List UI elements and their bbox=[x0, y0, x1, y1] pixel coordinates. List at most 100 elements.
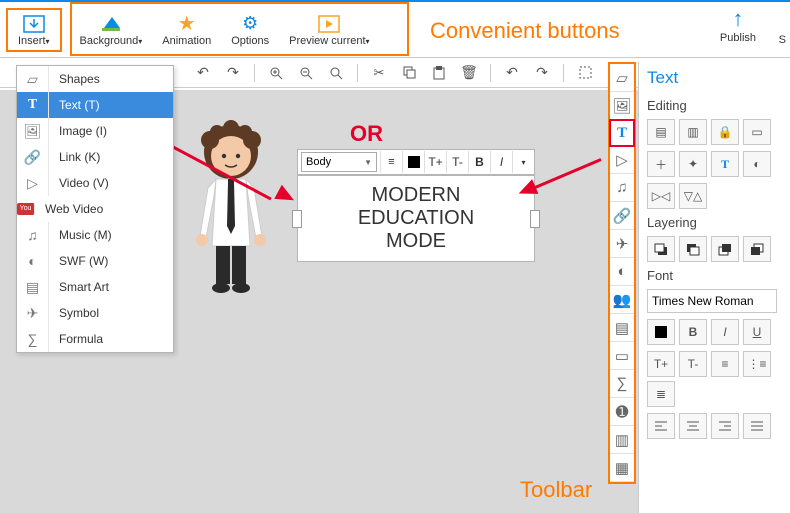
vtool-image[interactable]: 🖼 bbox=[610, 92, 634, 120]
bring-forward-button[interactable] bbox=[711, 236, 739, 262]
zoom-reset-button[interactable] bbox=[323, 60, 349, 86]
dropdown-smart-art[interactable]: ▤Smart Art bbox=[17, 274, 173, 300]
vtool-people[interactable]: 👥 bbox=[610, 286, 634, 314]
text-color-button[interactable] bbox=[402, 151, 424, 173]
bullets-button[interactable]: ≡ bbox=[380, 151, 402, 173]
vtool-other[interactable]: ▦ bbox=[610, 454, 634, 482]
vtool-video[interactable]: ▷ bbox=[610, 146, 634, 174]
canvas-textbox[interactable]: MODERN EDUCATION MODE bbox=[297, 175, 535, 262]
align-center-button[interactable] bbox=[679, 413, 707, 439]
vtool-chart[interactable]: ▤ bbox=[610, 314, 634, 342]
align-justify-button[interactable] bbox=[743, 413, 771, 439]
top-toolbar: Insert▾ Background▾ ★ Animation ⚙ Option… bbox=[0, 2, 790, 58]
dropdown-video[interactable]: ▷Video (V) bbox=[17, 170, 173, 196]
more-button[interactable]: ◐ bbox=[743, 151, 771, 177]
dropdown-image[interactable]: 🖼Image (I) bbox=[17, 118, 173, 144]
rotate-left-button[interactable]: ↶ bbox=[499, 60, 525, 86]
copy-button[interactable] bbox=[396, 60, 422, 86]
dropdown-swf[interactable]: ◐SWF (W) bbox=[17, 248, 173, 274]
italic-button[interactable]: I bbox=[490, 151, 512, 173]
character-image[interactable] bbox=[188, 116, 274, 296]
text-panel-button[interactable]: T bbox=[711, 151, 739, 177]
video-icon: ▷ bbox=[17, 170, 49, 196]
dropdown-link[interactable]: 🔗Link (K) bbox=[17, 144, 173, 170]
vtool-symbol[interactable]: ✈ bbox=[610, 230, 634, 258]
font-up-button[interactable]: T+ bbox=[647, 351, 675, 377]
publish-button[interactable]: ↑ Publish bbox=[720, 6, 756, 44]
align-left-button[interactable] bbox=[647, 413, 675, 439]
vtool-swf[interactable]: ◐ bbox=[610, 258, 634, 286]
options-button[interactable]: ⚙ Options bbox=[223, 10, 277, 50]
animation-button[interactable]: ★ Animation bbox=[154, 10, 219, 50]
list-numbers-button[interactable]: ⋮≡ bbox=[743, 351, 771, 377]
font-color-button[interactable] bbox=[647, 319, 675, 345]
italic-panel-button[interactable]: I bbox=[711, 319, 739, 345]
dropdown-shapes[interactable]: ▱Shapes bbox=[17, 66, 173, 92]
delete-button[interactable]: 🗑 bbox=[456, 60, 482, 86]
image-icon: 🖼 bbox=[17, 118, 49, 144]
vtool-music[interactable]: ♫ bbox=[610, 174, 634, 202]
dropdown-music[interactable]: ♫Music (M) bbox=[17, 222, 173, 248]
canvas-textbox-group: Body▼ ≡ T+ T- B I ▾ MODERN EDUCATION MOD… bbox=[297, 149, 535, 262]
insert-button[interactable]: Insert▾ bbox=[10, 10, 58, 50]
link-icon: 🔗 bbox=[17, 144, 49, 170]
web-video-icon: You bbox=[17, 203, 35, 215]
bold-panel-button[interactable]: B bbox=[679, 319, 707, 345]
dropdown-formula[interactable]: ∑Formula bbox=[17, 326, 173, 352]
font-size-down-button[interactable]: T- bbox=[446, 151, 468, 173]
annotation-toolbar-label: Toolbar bbox=[520, 477, 592, 503]
vtool-number[interactable]: ➊ bbox=[610, 398, 634, 426]
section-editing: Editing bbox=[647, 98, 782, 113]
lock-button[interactable]: 🔒 bbox=[711, 119, 739, 145]
font-down-button[interactable]: T- bbox=[679, 351, 707, 377]
list-bullets-button[interactable]: ≡ bbox=[711, 351, 739, 377]
add-button[interactable]: ＋ bbox=[647, 151, 675, 177]
textbox-line3: MODE bbox=[316, 230, 516, 253]
symbol-icon: ✈ bbox=[17, 300, 49, 326]
edit-btn-1[interactable]: ▤ bbox=[647, 119, 675, 145]
dropdown-web-video[interactable]: YouWeb Video bbox=[17, 196, 173, 222]
text-icon: T bbox=[17, 92, 49, 118]
flip-v-button[interactable]: ▽△ bbox=[679, 183, 707, 209]
font-family-select[interactable]: Times New Roman bbox=[647, 289, 777, 313]
text-style-select[interactable]: Body▼ bbox=[301, 152, 377, 172]
select-button[interactable] bbox=[572, 60, 598, 86]
preview-button[interactable]: Preview current▾ bbox=[281, 10, 377, 50]
cut-button[interactable]: ✂ bbox=[366, 60, 392, 86]
zoom-out-button[interactable] bbox=[293, 60, 319, 86]
flip-h-button[interactable]: ▷◁ bbox=[647, 183, 675, 209]
vtool-text[interactable]: T bbox=[609, 119, 635, 147]
redo-button[interactable]: ↷ bbox=[220, 60, 246, 86]
align-more-button[interactable]: ≣ bbox=[647, 381, 675, 407]
zoom-in-button[interactable] bbox=[263, 60, 289, 86]
vtool-smartart[interactable]: ▥ bbox=[610, 426, 634, 454]
dropdown-symbol[interactable]: ✈Symbol bbox=[17, 300, 173, 326]
bring-front-button[interactable] bbox=[743, 236, 771, 262]
smart-art-icon: ▤ bbox=[17, 274, 49, 300]
resize-handle-right[interactable] bbox=[530, 210, 540, 228]
formula-icon: ∑ bbox=[17, 326, 49, 352]
font-size-up-button[interactable]: T+ bbox=[424, 151, 446, 173]
edit-btn-2[interactable]: ▥ bbox=[679, 119, 707, 145]
insert-icon bbox=[22, 13, 46, 35]
resize-handle-left[interactable] bbox=[292, 210, 302, 228]
bold-button[interactable]: B bbox=[468, 151, 490, 173]
vtool-formula[interactable]: ∑ bbox=[610, 370, 634, 398]
paste-button[interactable] bbox=[426, 60, 452, 86]
vtool-shape[interactable]: ▱ bbox=[610, 64, 634, 92]
background-button[interactable]: Background▾ bbox=[72, 10, 151, 50]
panel-title: Text bbox=[647, 68, 782, 88]
more-format-button[interactable]: ▾ bbox=[512, 151, 534, 173]
swf-icon: ◐ bbox=[17, 248, 49, 274]
effect-button[interactable]: ✦ bbox=[679, 151, 707, 177]
vtool-callout[interactable]: ▭ bbox=[610, 342, 634, 370]
rotate-right-button[interactable]: ↷ bbox=[529, 60, 555, 86]
undo-button[interactable]: ↶ bbox=[190, 60, 216, 86]
edit-btn-4[interactable]: ▭ bbox=[743, 119, 771, 145]
send-backward-button[interactable] bbox=[679, 236, 707, 262]
vtool-link[interactable]: 🔗 bbox=[610, 202, 634, 230]
send-back-button[interactable] bbox=[647, 236, 675, 262]
dropdown-text[interactable]: TText (T) bbox=[17, 92, 173, 118]
underline-panel-button[interactable]: U bbox=[743, 319, 771, 345]
align-right-button[interactable] bbox=[711, 413, 739, 439]
